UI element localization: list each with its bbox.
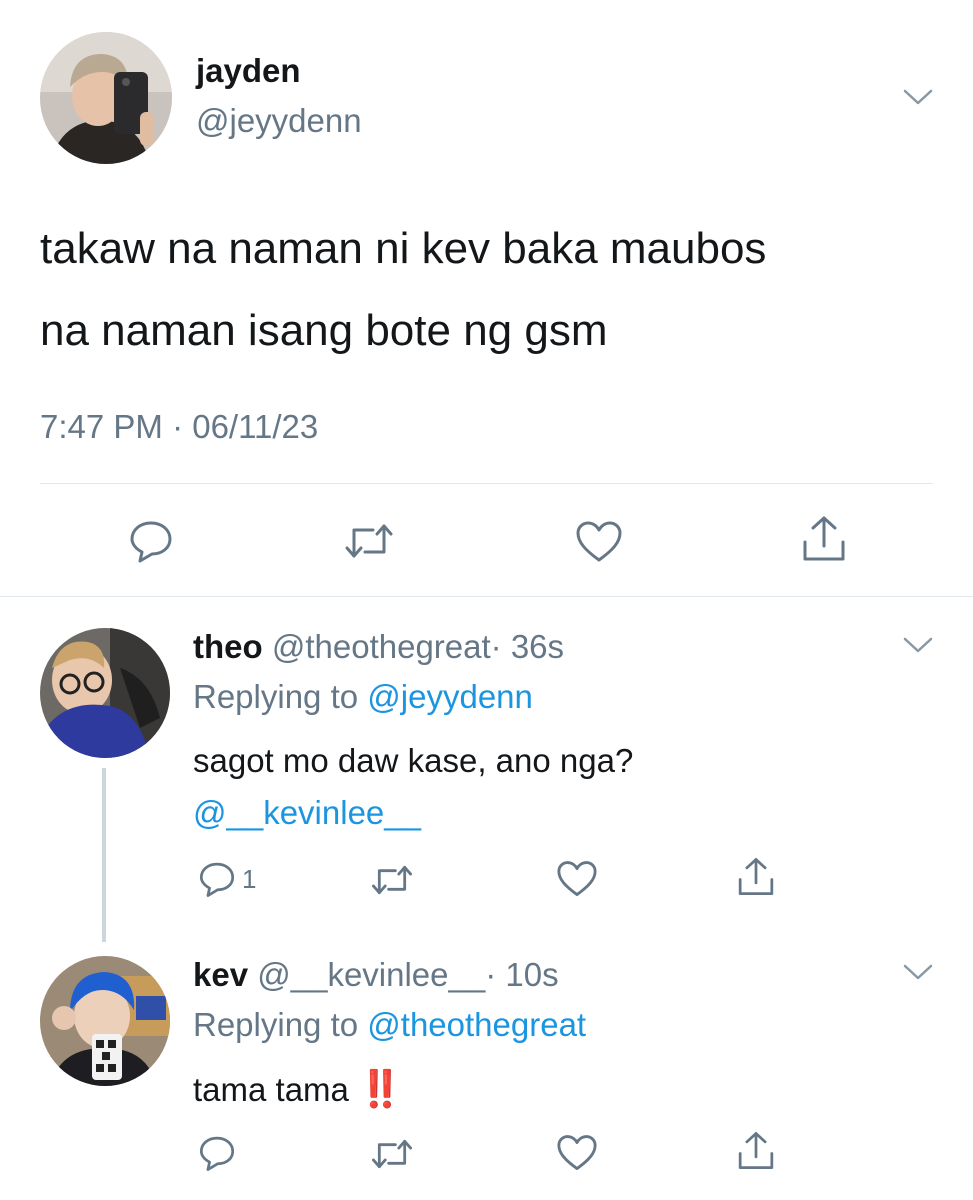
reply-author-handle[interactable]: @__kevinlee__ xyxy=(257,956,485,993)
reply-button[interactable]: 1 xyxy=(198,860,256,898)
retweet-button[interactable] xyxy=(370,1136,414,1172)
heart-icon xyxy=(576,521,622,562)
reply-age: · 36s xyxy=(490,628,565,665)
like-button[interactable] xyxy=(575,520,623,564)
share-icon xyxy=(738,858,774,896)
double-exclamation-emoji: ‼️ xyxy=(358,1068,403,1109)
tweet-text: takaw na naman ni kev baka maubos na nam… xyxy=(40,208,940,372)
author-name[interactable]: jayden xyxy=(196,52,301,90)
avatar-theo[interactable] xyxy=(40,628,170,758)
replying-to-label: Replying to xyxy=(193,678,359,715)
like-button[interactable] xyxy=(556,860,598,898)
tweet-text-line-1: takaw na naman ni kev baka maubos xyxy=(40,224,767,273)
divider xyxy=(40,483,933,484)
avatar-kev[interactable] xyxy=(40,956,170,1086)
share-button[interactable] xyxy=(800,514,848,564)
reply-author-handle[interactable]: @theothegreat xyxy=(272,628,491,665)
reply-header: kev @__kevinlee__· 10s xyxy=(193,956,559,994)
author-handle[interactable]: @jeyydenn xyxy=(196,102,362,140)
like-button[interactable] xyxy=(556,1134,598,1172)
replying-to-handle[interactable]: @jeyydenn xyxy=(367,678,533,715)
reply-text: sagot mo daw kase, ano nga? xyxy=(193,742,634,779)
reply-menu-chevron-down-icon[interactable] xyxy=(902,963,934,983)
reply-text: tama tama xyxy=(193,1071,349,1108)
retweet-icon xyxy=(371,1139,413,1169)
reply-menu-chevron-down-icon[interactable] xyxy=(902,636,934,656)
share-icon xyxy=(738,1132,774,1170)
replying-to-handle[interactable]: @theothegreat xyxy=(367,1006,586,1043)
reply-count: 1 xyxy=(242,863,257,894)
avatar-jayden[interactable] xyxy=(40,32,172,164)
speech-bubble-icon xyxy=(199,1136,235,1171)
heart-icon xyxy=(557,861,597,896)
reply-age: · 10s xyxy=(485,956,559,993)
tweet-text-line-2: na naman isang bote ng gsm xyxy=(40,306,608,355)
replying-to: Replying to @theothegreat xyxy=(193,1006,586,1044)
reply-author-name[interactable]: kev xyxy=(193,956,248,993)
retweet-icon xyxy=(345,524,393,558)
share-icon xyxy=(803,516,845,561)
avatar-kev-image xyxy=(40,956,170,1086)
reply-header: theo @theothegreat· 36s xyxy=(193,628,564,666)
reply-button[interactable] xyxy=(128,518,174,564)
share-button[interactable] xyxy=(736,1130,776,1172)
retweet-button[interactable] xyxy=(370,862,414,898)
avatar-jayden-image xyxy=(40,32,172,164)
retweet-icon xyxy=(371,865,413,895)
heart-icon xyxy=(557,1135,597,1170)
tweet-timestamp[interactable]: 7:47 PM · 06/11/23 xyxy=(40,408,318,446)
share-button[interactable] xyxy=(736,856,776,898)
avatar-theo-image xyxy=(40,628,170,758)
reply-button[interactable] xyxy=(198,1134,236,1172)
section-divider xyxy=(0,596,973,597)
reply-author-name[interactable]: theo xyxy=(193,628,263,665)
speech-bubble-icon xyxy=(199,862,235,897)
replying-to-label: Replying to xyxy=(193,1006,359,1043)
thread-line xyxy=(102,768,106,942)
retweet-button[interactable] xyxy=(343,520,395,562)
speech-bubble-icon xyxy=(130,521,172,563)
reply-mention[interactable]: @__kevinlee__ xyxy=(193,794,421,832)
replying-to: Replying to @jeyydenn xyxy=(193,678,533,716)
reply-text-row: tama tama ‼️ xyxy=(193,1068,403,1110)
tweet-menu-chevron-down-icon[interactable] xyxy=(902,88,934,108)
